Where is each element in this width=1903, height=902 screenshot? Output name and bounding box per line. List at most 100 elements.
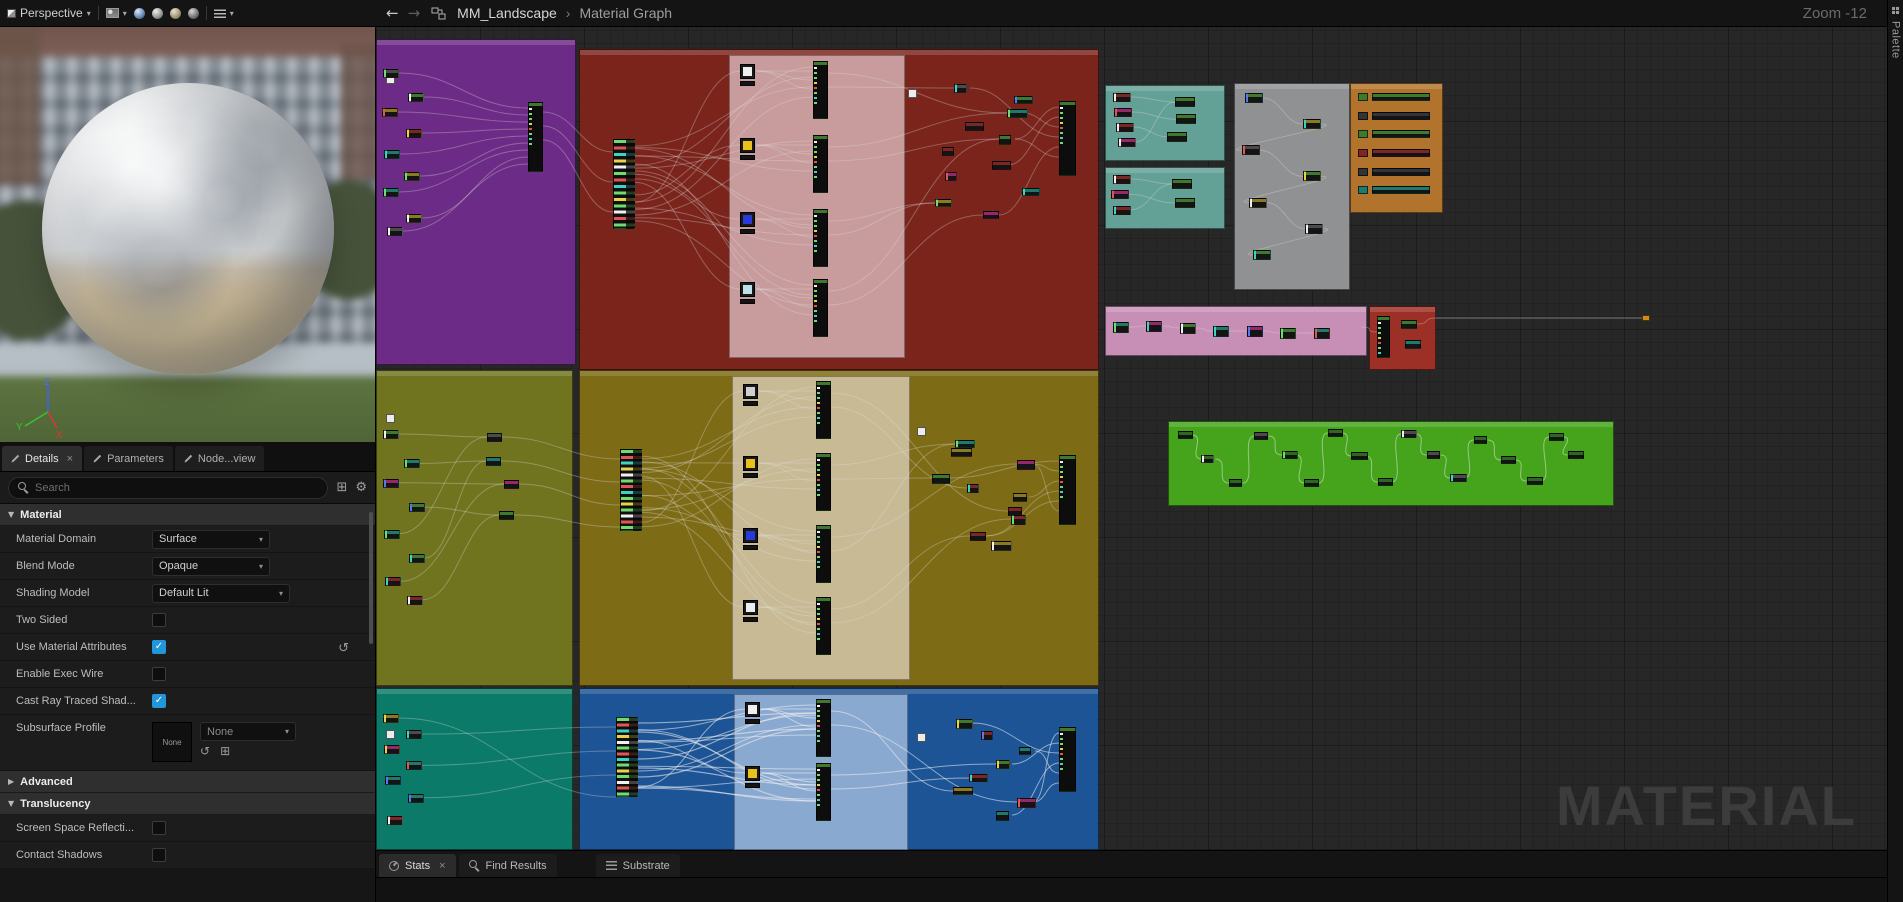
graph-node[interactable] bbox=[1116, 123, 1134, 132]
texture-sample-node[interactable] bbox=[745, 702, 760, 717]
graph-node[interactable] bbox=[1401, 320, 1417, 329]
texture-sample-node[interactable] bbox=[740, 64, 755, 79]
graph-node[interactable] bbox=[1253, 249, 1271, 260]
material-preview-viewport[interactable]: Z Y X bbox=[0, 27, 375, 442]
graph-node[interactable] bbox=[1175, 198, 1195, 208]
parameter-node[interactable] bbox=[404, 459, 420, 469]
preview-toggle-node[interactable] bbox=[917, 427, 926, 436]
graph-node[interactable] bbox=[991, 541, 1012, 551]
graph-node[interactable] bbox=[1007, 109, 1028, 118]
reset-to-default-icon[interactable]: ↺ bbox=[338, 641, 349, 656]
graph-node[interactable] bbox=[1249, 197, 1267, 208]
graph-node[interactable] bbox=[996, 811, 1009, 821]
graph-node[interactable] bbox=[1175, 97, 1195, 107]
graph-node[interactable] bbox=[1114, 108, 1132, 117]
texture-sample-body[interactable] bbox=[745, 719, 760, 724]
graph-node[interactable] bbox=[935, 199, 952, 207]
material-graph-canvas[interactable]: MATERIAL bbox=[376, 27, 1887, 850]
parameter-node[interactable] bbox=[409, 553, 425, 563]
parameter-chip-node[interactable] bbox=[1358, 130, 1368, 139]
panel-tab-details[interactable]: Details × bbox=[2, 446, 83, 471]
breadcrumb-item-graph[interactable]: Material Graph bbox=[579, 5, 672, 21]
section-translucency[interactable]: ▼ Translucency bbox=[0, 793, 375, 815]
graph-node[interactable] bbox=[1372, 149, 1430, 157]
graph-node[interactable] bbox=[953, 787, 973, 795]
parameter-chip-node[interactable] bbox=[1358, 111, 1368, 120]
texture-sample-node[interactable] bbox=[743, 528, 758, 543]
graph-node[interactable] bbox=[1377, 478, 1393, 486]
texture-sample-body[interactable] bbox=[740, 299, 755, 304]
graph-node[interactable] bbox=[951, 448, 972, 457]
graph-node[interactable] bbox=[996, 760, 1010, 769]
graph-node[interactable] bbox=[1019, 747, 1031, 755]
parameter-node[interactable] bbox=[383, 714, 399, 723]
close-icon[interactable]: × bbox=[67, 453, 73, 465]
panel-tab-parameters[interactable]: Parameters bbox=[84, 446, 173, 471]
palette-tab[interactable]: Palette bbox=[1887, 0, 1903, 902]
screen-space-reflecti-checkbox[interactable] bbox=[152, 821, 166, 835]
graph-node[interactable] bbox=[1303, 171, 1321, 182]
gear-icon[interactable]: ⚙ bbox=[355, 480, 367, 495]
perspective-dropdown[interactable]: Perspective ▾ bbox=[7, 6, 91, 20]
parameter-group-node[interactable] bbox=[1377, 316, 1390, 358]
preview-sphere-unlit-icon[interactable] bbox=[151, 7, 163, 19]
parameter-node[interactable] bbox=[406, 214, 422, 223]
graph-node[interactable] bbox=[1526, 477, 1543, 485]
graph-node[interactable] bbox=[942, 147, 954, 156]
graph-node[interactable] bbox=[1281, 451, 1298, 459]
graph-node[interactable] bbox=[1313, 328, 1330, 339]
texture-sample-node[interactable] bbox=[740, 212, 755, 227]
texture-sample-node[interactable] bbox=[740, 138, 755, 153]
parameter-node[interactable] bbox=[406, 730, 422, 740]
graph-node[interactable] bbox=[1254, 432, 1269, 440]
cast-ray-traced-shad-checkbox[interactable]: ✓ bbox=[152, 694, 166, 708]
graph-node[interactable] bbox=[1501, 456, 1517, 464]
parameter-node[interactable] bbox=[383, 69, 399, 78]
preview-sphere-detail-icon[interactable] bbox=[169, 7, 181, 19]
graph-node[interactable] bbox=[487, 433, 502, 442]
graph-node[interactable] bbox=[1246, 326, 1263, 337]
graph-node[interactable] bbox=[955, 440, 975, 448]
texture-sample-node[interactable] bbox=[743, 456, 758, 471]
function-call-node[interactable] bbox=[813, 209, 828, 267]
function-call-node[interactable] bbox=[816, 381, 831, 439]
graph-node[interactable] bbox=[932, 474, 950, 484]
graph-node[interactable] bbox=[1213, 326, 1230, 337]
graph-node[interactable] bbox=[1280, 328, 1297, 339]
parameter-node[interactable] bbox=[406, 129, 422, 138]
graph-node[interactable] bbox=[1022, 188, 1040, 196]
parameter-node[interactable] bbox=[383, 478, 399, 488]
preview-sphere-wireframe-icon[interactable] bbox=[187, 7, 199, 19]
material-domain-dropdown[interactable]: Surface ▾ bbox=[152, 529, 270, 549]
graph-node[interactable] bbox=[504, 480, 519, 489]
preview-toggle-node[interactable] bbox=[917, 733, 926, 742]
graph-node[interactable] bbox=[1178, 431, 1193, 439]
parameter-node[interactable] bbox=[384, 745, 400, 755]
reroute-hub-node[interactable] bbox=[616, 717, 638, 797]
output-node[interactable] bbox=[1059, 727, 1076, 792]
close-icon[interactable]: × bbox=[439, 860, 445, 872]
texture-sample-body[interactable] bbox=[740, 155, 755, 160]
function-call-node[interactable] bbox=[528, 102, 543, 172]
contact-shadows-checkbox[interactable] bbox=[152, 848, 166, 862]
graph-node[interactable] bbox=[1014, 96, 1033, 104]
graph-node[interactable] bbox=[1304, 479, 1320, 487]
graph-node[interactable] bbox=[1113, 322, 1129, 333]
parameter-node[interactable] bbox=[408, 793, 424, 803]
function-call-node[interactable] bbox=[816, 453, 831, 511]
parameter-node[interactable] bbox=[384, 150, 400, 159]
graph-node[interactable] bbox=[1113, 175, 1131, 184]
graph-node[interactable] bbox=[499, 511, 514, 520]
texture-sample-body[interactable] bbox=[743, 401, 758, 406]
preview-sphere-lit-icon[interactable] bbox=[133, 7, 145, 19]
function-call-node[interactable] bbox=[816, 699, 831, 757]
search-input[interactable] bbox=[35, 481, 319, 494]
graph-node[interactable] bbox=[969, 774, 988, 782]
function-call-node[interactable] bbox=[813, 279, 828, 337]
bottom-tab-substrate[interactable]: Substrate bbox=[595, 854, 680, 877]
graph-node[interactable] bbox=[1167, 131, 1187, 142]
graph-node[interactable] bbox=[981, 731, 993, 740]
preview-toggle-node[interactable] bbox=[386, 414, 395, 423]
section-advanced[interactable]: ▶ Advanced bbox=[0, 771, 375, 793]
parameter-node[interactable] bbox=[385, 577, 401, 587]
